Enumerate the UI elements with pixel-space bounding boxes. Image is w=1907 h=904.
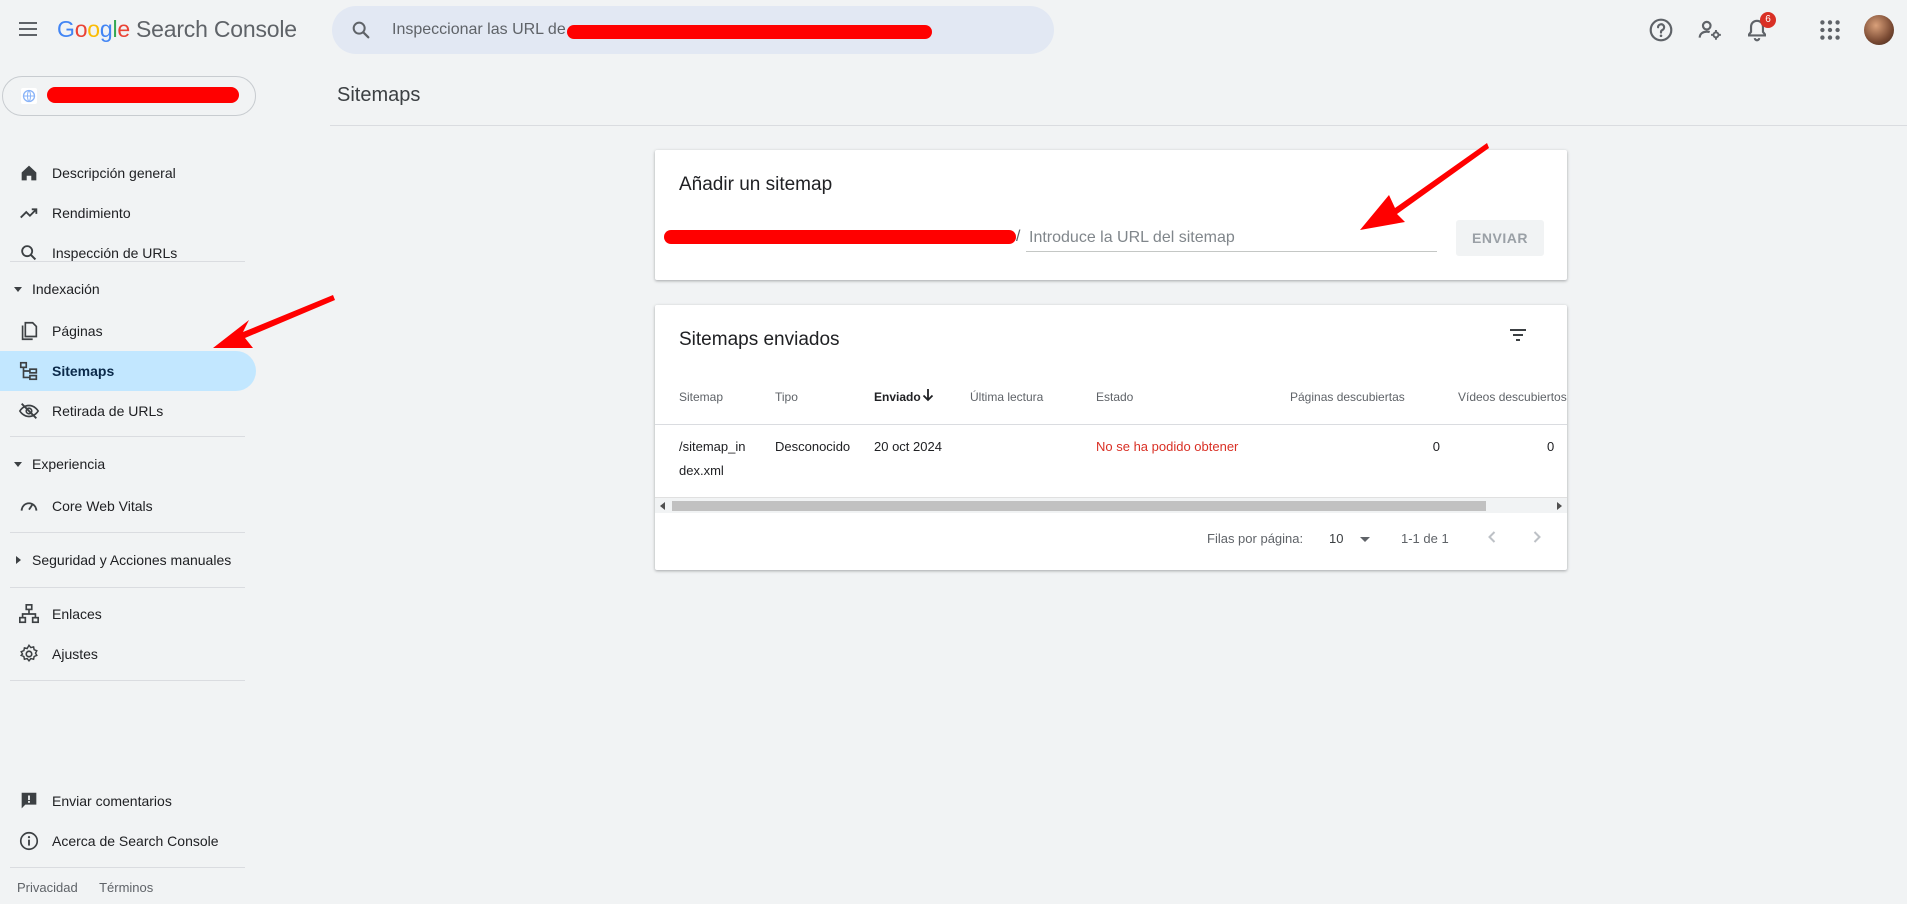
scroll-left-icon[interactable] <box>659 502 667 510</box>
info-icon <box>19 831 39 851</box>
globe-icon <box>21 88 37 104</box>
sitemap-icon <box>19 361 38 381</box>
scrollbar-thumb[interactable] <box>672 501 1486 511</box>
sidebar-divider <box>10 532 245 533</box>
section-security[interactable]: Seguridad y Acciones manuales <box>0 545 256 575</box>
pagination-range: 1-1 de 1 <box>1401 531 1449 546</box>
column-header-submitted[interactable]: Enviado <box>874 390 921 404</box>
menu-icon[interactable] <box>16 18 40 42</box>
filter-icon[interactable] <box>1506 323 1530 347</box>
dropdown-arrow-icon <box>1360 537 1370 542</box>
cell-sitemap: /sitemap_in dex.xml <box>679 439 746 478</box>
product-name: Search Console <box>136 16 297 42</box>
sidebar-divider <box>10 261 245 262</box>
sidebar-item-overview[interactable]: Descripción general <box>0 153 256 193</box>
user-settings-icon[interactable] <box>1697 17 1723 43</box>
table-header-divider <box>655 424 1567 425</box>
footer-links: Privacidad Términos <box>17 880 171 895</box>
sidebar-item-feedback[interactable]: Enviar comentarios <box>0 781 256 821</box>
redaction-mark <box>47 87 239 103</box>
google-search-console-logo[interactable]: Google Search Console <box>57 16 297 43</box>
sidebar-item-core-web-vitals[interactable]: Core Web Vitals <box>0 486 256 526</box>
cell-pages-discovered: 0 <box>1432 439 1440 454</box>
sidebar-item-links[interactable]: Enlaces <box>0 594 256 634</box>
title-divider <box>330 125 1907 126</box>
column-header-last-read[interactable]: Última lectura <box>970 390 1043 404</box>
caret-right-icon <box>16 556 21 564</box>
sidebar-divider <box>10 867 245 868</box>
caret-down-icon <box>14 287 22 292</box>
sidebar-item-settings[interactable]: Ajustes <box>0 634 256 674</box>
url-inspection-search[interactable] <box>332 6 1054 54</box>
annotation-arrow-sidebar <box>213 295 335 348</box>
sidebar: Descripción general Rendimiento Inspecci… <box>0 62 256 904</box>
horizontal-scrollbar[interactable] <box>655 497 1567 513</box>
sidebar-item-url-removal[interactable]: Retirada de URLs <box>0 391 256 431</box>
cell-submitted: 20 oct 2024 <box>874 439 942 454</box>
links-icon <box>19 604 39 624</box>
page-title: Sitemaps <box>337 84 421 106</box>
cell-status: No se ha podido obtener <box>1096 439 1239 454</box>
redaction-mark <box>664 230 1016 244</box>
cell-videos-discovered: 0 <box>1547 439 1555 454</box>
notification-count-badge: 6 <box>1760 12 1776 28</box>
search-icon <box>352 21 370 39</box>
column-header-sitemap[interactable]: Sitemap <box>679 390 723 404</box>
privacy-link[interactable]: Privacidad <box>17 880 78 895</box>
arrow-down-icon <box>922 389 934 402</box>
sidebar-item-url-inspection[interactable]: Inspección de URLs <box>0 233 256 273</box>
account-avatar[interactable] <box>1864 15 1894 45</box>
column-header-type[interactable]: Tipo <box>775 390 798 404</box>
apps-grid-icon[interactable] <box>1817 17 1843 43</box>
top-app-bar: GoogleSearch Console 6 <box>0 0 1907 62</box>
rows-per-page-select[interactable]: 10 <box>1323 527 1375 551</box>
url-prefix-separator: / <box>1016 228 1021 245</box>
gauge-icon <box>20 502 38 511</box>
cell-type: Desconocido <box>775 439 851 454</box>
rows-per-page-value: 10 <box>1329 531 1344 546</box>
sidebar-item-about[interactable]: Acerca de Search Console <box>0 821 256 861</box>
sidebar-divider <box>10 680 245 681</box>
submitted-sitemaps-card: Sitemaps enviados Sitemap Tipo Enviado Ú… <box>655 305 1567 570</box>
help-icon[interactable] <box>1648 17 1674 43</box>
scroll-right-icon[interactable] <box>1555 502 1563 510</box>
eye-off-icon <box>18 403 40 419</box>
pages-icon <box>21 321 38 341</box>
rows-per-page-label: Filas por página: <box>1207 531 1304 546</box>
next-page-icon[interactable] <box>1525 525 1549 549</box>
column-header-pages-discovered[interactable]: Páginas descubiertas <box>1290 390 1405 404</box>
sidebar-divider <box>10 436 245 437</box>
submitted-sitemaps-title: Sitemaps enviados <box>679 329 840 350</box>
section-experience[interactable]: Experiencia <box>0 449 256 479</box>
sidebar-item-performance[interactable]: Rendimiento <box>0 193 256 233</box>
home-icon <box>21 165 37 181</box>
caret-down-icon <box>14 462 22 467</box>
sidebar-divider <box>10 587 245 588</box>
column-header-status[interactable]: Estado <box>1096 390 1133 404</box>
gear-icon <box>19 643 38 663</box>
terms-link[interactable]: Términos <box>99 880 153 895</box>
add-sitemap-title: Añadir un sitemap <box>679 174 833 195</box>
notifications-button[interactable]: 6 <box>1744 12 1776 43</box>
feedback-icon <box>21 792 37 809</box>
redaction-mark <box>567 25 932 39</box>
previous-page-icon[interactable] <box>1480 525 1504 549</box>
trending-up-icon <box>20 208 38 219</box>
property-selector[interactable] <box>2 76 256 116</box>
annotation-arrow-input <box>1360 143 1489 230</box>
sidebar-item-sitemaps[interactable]: Sitemaps <box>0 351 256 391</box>
column-header-videos-discovered[interactable]: Vídeos descubiertos <box>1458 390 1567 404</box>
